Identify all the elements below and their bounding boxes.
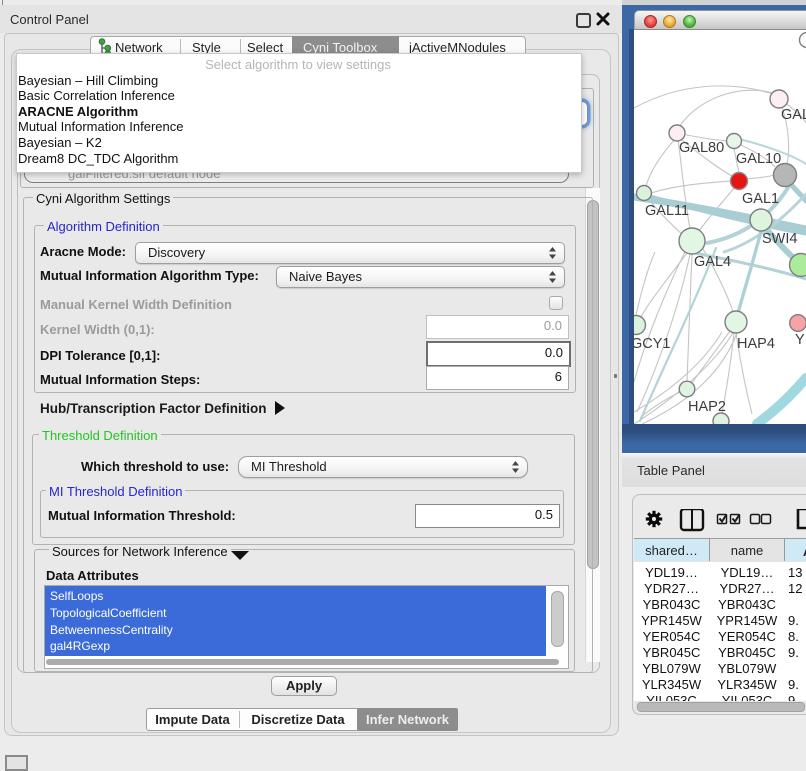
svg-text:HAP4: HAP4 <box>737 336 775 352</box>
svg-text:GAL1: GAL1 <box>742 191 779 207</box>
svg-text:GAL4: GAL4 <box>694 254 731 270</box>
svg-text:HAP2: HAP2 <box>688 399 726 415</box>
svg-text:GAL10: GAL10 <box>736 151 781 167</box>
svg-text:GAL: GAL <box>781 107 806 123</box>
svg-text:SWI4: SWI4 <box>762 231 797 247</box>
svg-text:GAL11: GAL11 <box>645 203 689 219</box>
svg-text:Y: Y <box>795 332 805 348</box>
svg-text:GCY1: GCY1 <box>634 336 671 352</box>
svg-text:GAL80: GAL80 <box>679 140 724 156</box>
